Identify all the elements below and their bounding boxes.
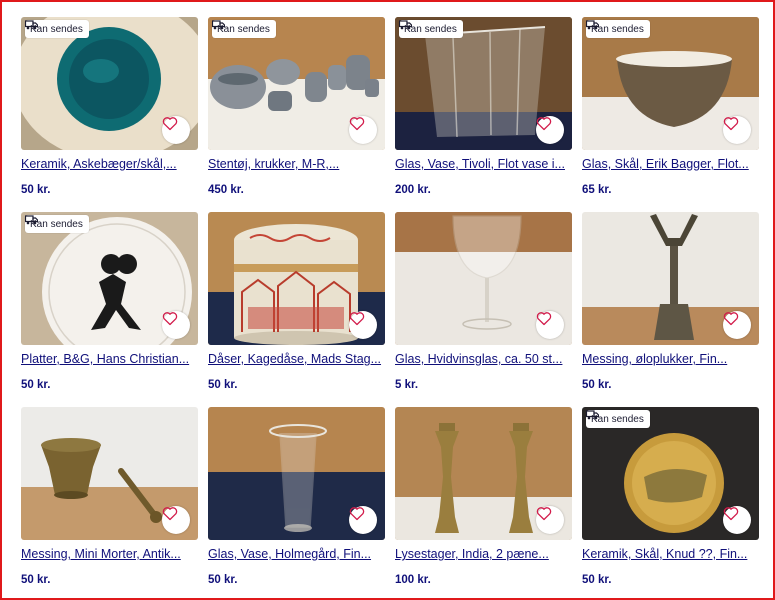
favorite-button[interactable] (162, 116, 190, 144)
heart-icon (723, 117, 739, 131)
listing-card[interactable]: Kan sendes Glas, Vase, Tivoli, Flot vase… (395, 17, 572, 200)
heart-icon (723, 507, 739, 521)
listing-title[interactable]: Platter, B&G, Hans Christian... (21, 352, 198, 366)
listing-title[interactable]: Messing, øloplukker, Fin... (582, 352, 759, 366)
heart-icon (349, 117, 365, 131)
heart-icon (162, 312, 178, 326)
listing-title[interactable]: Keramik, Skål, Knud ??, Fin... (582, 547, 759, 561)
favorite-button[interactable] (162, 311, 190, 339)
listing-card[interactable]: Lysestager, India, 2 pæne... 100 kr. (395, 407, 572, 590)
favorite-button[interactable] (162, 506, 190, 534)
listing-grid: Kan sendes Keramik, Askebæger/skål,... 5… (21, 17, 759, 590)
favorite-button[interactable] (723, 506, 751, 534)
shipping-badge: Kan sendes (586, 20, 650, 38)
listing-price: 5 kr. (395, 379, 419, 391)
listing-photo[interactable] (208, 407, 385, 540)
listing-photo[interactable] (21, 407, 198, 540)
listing-card[interactable]: Kan sendes Glas, Skål, Erik Bagger, Flot… (582, 17, 759, 200)
truck-icon (399, 20, 412, 30)
truck-icon (25, 215, 38, 225)
listing-card[interactable]: Dåser, Kagedåse, Mads Stag... 50 kr. (208, 212, 385, 395)
heart-icon (349, 507, 365, 521)
truck-icon (586, 20, 599, 30)
heart-icon (162, 117, 178, 131)
listing-photo[interactable] (395, 212, 572, 345)
listing-title[interactable]: Glas, Hvidvinsglas, ca. 50 st... (395, 352, 572, 366)
listing-title[interactable]: Glas, Skål, Erik Bagger, Flot... (582, 157, 759, 171)
listing-card[interactable]: Kan sendes Keramik, Askebæger/skål,... 5… (21, 17, 198, 200)
heart-icon (723, 312, 739, 326)
listing-card[interactable]: Messing, øloplukker, Fin... 50 kr. (582, 212, 759, 395)
shipping-badge: Kan sendes (25, 20, 89, 38)
shipping-badge: Kan sendes (399, 20, 463, 38)
listing-card[interactable]: Kan sendes Platter, B&G, Hans Christian.… (21, 212, 198, 395)
listing-photo[interactable]: Kan sendes (21, 212, 198, 345)
listing-photo[interactable] (395, 407, 572, 540)
listing-title[interactable]: Glas, Vase, Tivoli, Flot vase i... (395, 157, 572, 171)
favorite-button[interactable] (536, 506, 564, 534)
listing-price: 65 kr. (582, 184, 612, 196)
listing-price: 50 kr. (21, 184, 51, 196)
listing-title[interactable]: Stentøj, krukker, M-R,... (208, 157, 385, 171)
shipping-badge: Kan sendes (586, 410, 650, 428)
truck-icon (25, 20, 38, 30)
truck-icon (212, 20, 225, 30)
page-frame: Kan sendes Keramik, Askebæger/skål,... 5… (0, 0, 775, 600)
heart-icon (536, 507, 552, 521)
listing-title[interactable]: Messing, Mini Morter, Antik... (21, 547, 198, 561)
listing-photo[interactable] (208, 212, 385, 345)
listing-title[interactable]: Keramik, Askebæger/skål,... (21, 157, 198, 171)
listing-card[interactable]: Kan sendes Stentøj, krukker, M-R,... 450… (208, 17, 385, 200)
listing-title[interactable]: Glas, Vase, Holmegård, Fin... (208, 547, 385, 561)
truck-icon (586, 410, 599, 420)
heart-icon (349, 312, 365, 326)
listing-card[interactable]: Glas, Hvidvinsglas, ca. 50 st... 5 kr. (395, 212, 572, 395)
favorite-button[interactable] (349, 506, 377, 534)
heart-icon (162, 507, 178, 521)
favorite-button[interactable] (349, 311, 377, 339)
listing-card[interactable]: Messing, Mini Morter, Antik... 50 kr. (21, 407, 198, 590)
listing-price: 50 kr. (21, 574, 51, 586)
favorite-button[interactable] (723, 116, 751, 144)
listing-price: 100 kr. (395, 574, 431, 586)
listing-photo[interactable]: Kan sendes (395, 17, 572, 150)
listing-title[interactable]: Lysestager, India, 2 pæne... (395, 547, 572, 561)
listing-title[interactable]: Dåser, Kagedåse, Mads Stag... (208, 352, 385, 366)
shipping-badge: Kan sendes (212, 20, 276, 38)
listing-photo[interactable]: Kan sendes (582, 17, 759, 150)
listing-photo[interactable] (582, 212, 759, 345)
heart-icon (536, 117, 552, 131)
shipping-badge: Kan sendes (25, 215, 89, 233)
listing-card[interactable]: Kan sendes Keramik, Skål, Knud ??, Fin..… (582, 407, 759, 590)
listing-price: 50 kr. (208, 379, 238, 391)
favorite-button[interactable] (536, 311, 564, 339)
heart-icon (536, 312, 552, 326)
listing-photo[interactable]: Kan sendes (21, 17, 198, 150)
listing-price: 50 kr. (21, 379, 51, 391)
favorite-button[interactable] (723, 311, 751, 339)
listing-card[interactable]: Glas, Vase, Holmegård, Fin... 50 kr. (208, 407, 385, 590)
listing-price: 50 kr. (582, 379, 612, 391)
favorite-button[interactable] (349, 116, 377, 144)
listing-photo[interactable]: Kan sendes (208, 17, 385, 150)
listing-price: 450 kr. (208, 184, 244, 196)
listing-price: 200 kr. (395, 184, 431, 196)
favorite-button[interactable] (536, 116, 564, 144)
listing-price: 50 kr. (582, 574, 612, 586)
listing-photo[interactable]: Kan sendes (582, 407, 759, 540)
listing-price: 50 kr. (208, 574, 238, 586)
